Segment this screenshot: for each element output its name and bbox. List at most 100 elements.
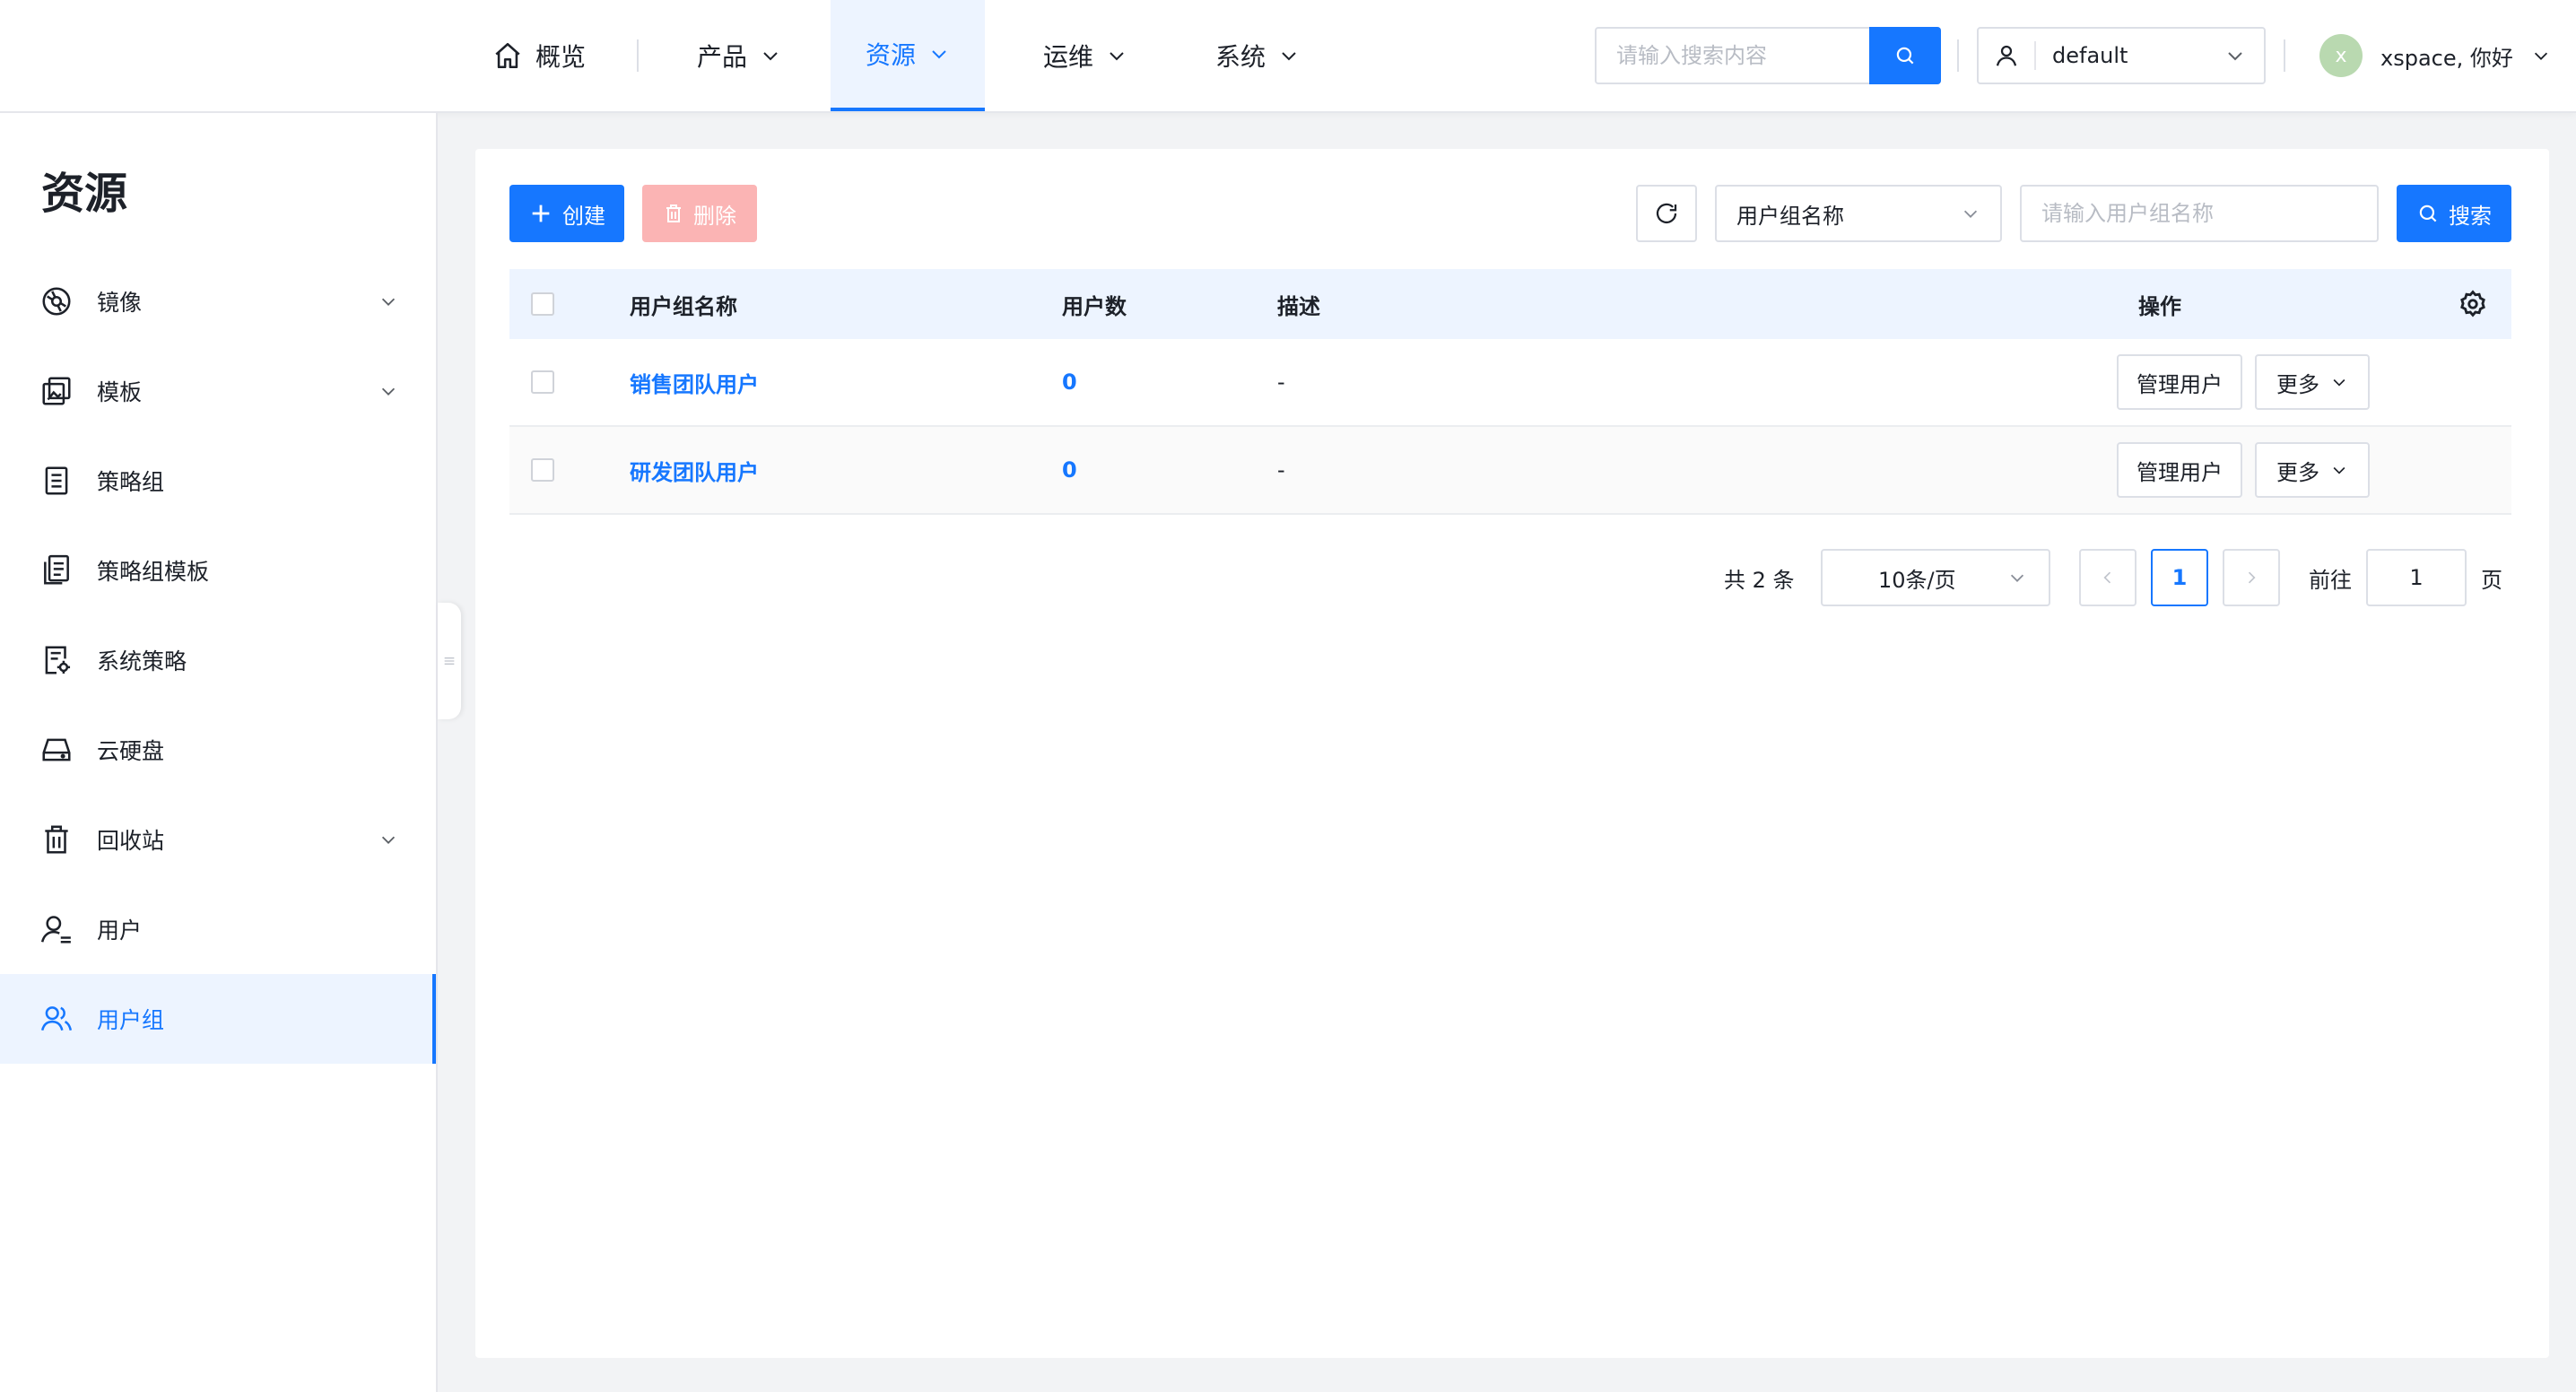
column-header-description: 描述 xyxy=(1277,293,1320,319)
chevron-down-icon xyxy=(1106,45,1127,66)
chevron-down-icon xyxy=(2531,46,2551,65)
column-header-name: 用户组名称 xyxy=(630,293,737,319)
user-count-link[interactable]: 0 xyxy=(1062,427,1077,513)
sidebar: 资源 镜像 模板 策略组 策略组模板 系统策略 云硬盘 回收站 用户 用户组 xyxy=(0,113,438,1392)
users-icon xyxy=(0,1002,97,1036)
manage-users-label: 管理用户 xyxy=(2137,371,2223,397)
trash-icon xyxy=(0,822,97,857)
chevron-left-icon xyxy=(2099,569,2117,587)
more-actions-button[interactable]: 更多 xyxy=(2255,442,2370,498)
row-checkbox[interactable] xyxy=(531,370,554,394)
chevron-down-icon xyxy=(379,291,436,311)
nav-ops-label: 运维 xyxy=(1042,42,1093,72)
manage-users-button[interactable]: 管理用户 xyxy=(2117,442,2242,498)
goto-page-input[interactable]: 1 xyxy=(2366,549,2467,606)
template-icon xyxy=(0,374,97,408)
sidebar-title: 资源 xyxy=(41,169,128,219)
search-button-label: 搜索 xyxy=(2449,203,2492,229)
sidebar-item-label: 策略组模板 xyxy=(97,559,210,585)
chevron-down-icon xyxy=(379,830,436,849)
manage-users-button[interactable]: 管理用户 xyxy=(2117,354,2242,410)
user-count-link[interactable]: 0 xyxy=(1062,339,1077,425)
sidebar-item-cloud-disks[interactable]: 云硬盘 xyxy=(0,705,436,795)
search-button[interactable]: 搜索 xyxy=(2397,185,2511,242)
sidebar-item-policy-groups[interactable]: 策略组 xyxy=(0,436,436,526)
row-actions: 管理用户 更多 xyxy=(2117,339,2370,425)
nav-resources[interactable]: 资源 xyxy=(831,0,985,111)
sidebar-item-label: 云硬盘 xyxy=(97,738,165,764)
documents-icon xyxy=(0,553,97,587)
user-icon xyxy=(0,912,97,946)
row-select-cell xyxy=(531,427,554,513)
nav-divider xyxy=(637,39,639,72)
nav-divider xyxy=(1957,39,1959,72)
sidebar-item-users[interactable]: 用户 xyxy=(0,884,436,974)
user-icon xyxy=(1979,41,2036,70)
sidebar-item-templates[interactable]: 模板 xyxy=(0,346,436,436)
prev-page-button[interactable] xyxy=(2079,549,2137,606)
sidebar-collapse-handle[interactable] xyxy=(438,603,461,719)
global-search xyxy=(1595,27,1941,84)
chevron-down-icon xyxy=(2224,45,2264,66)
delete-button-label: 删除 xyxy=(693,203,736,229)
refresh-button[interactable] xyxy=(1636,185,1697,242)
top-navbar: 概览 产品 资源 运维 系统 请输入搜索内容 default x xspace,… xyxy=(0,0,2576,113)
gear-icon xyxy=(2458,289,2488,319)
column-settings-button[interactable] xyxy=(2458,269,2488,339)
group-description: - xyxy=(1277,457,1285,483)
chevron-down-icon xyxy=(2007,568,2027,587)
sidebar-item-label: 回收站 xyxy=(97,828,165,854)
select-all-checkbox[interactable] xyxy=(531,292,554,316)
next-page-button[interactable] xyxy=(2223,549,2280,606)
content-card: 创建 删除 用户组名称 搜索 用户组名称 用户数 描述 xyxy=(475,149,2549,1358)
sidebar-item-label: 策略组 xyxy=(97,469,165,495)
sidebar-item-system-policies[interactable]: 系统策略 xyxy=(0,615,436,705)
sidebar-item-policy-group-templates[interactable]: 策略组模板 xyxy=(0,526,436,615)
filter-field-select[interactable]: 用户组名称 xyxy=(1715,185,2002,242)
home-icon xyxy=(492,40,523,71)
avatar: x xyxy=(2319,34,2363,77)
nav-system[interactable]: 系统 xyxy=(1195,0,1320,111)
table-row: 销售团队用户 0 - 管理用户 更多 xyxy=(509,339,2511,427)
document-icon xyxy=(0,464,97,498)
row-checkbox[interactable] xyxy=(531,458,554,482)
chevron-down-icon xyxy=(2330,373,2348,391)
more-actions-label: 更多 xyxy=(2276,459,2319,485)
user-group-table: 用户组名称 用户数 描述 操作 销售团队用户 0 - 管理用户 更多 研发团队用… xyxy=(509,269,2511,515)
nav-ops[interactable]: 运维 xyxy=(1023,0,1148,111)
page-size-select[interactable]: 10条/页 xyxy=(1821,549,2050,606)
plus-icon xyxy=(528,201,553,226)
nav-system-label: 系统 xyxy=(1214,42,1266,72)
global-search-input[interactable] xyxy=(1597,29,1871,83)
select-all-cell xyxy=(531,269,554,339)
nav-overview[interactable]: 概览 xyxy=(481,0,597,111)
global-search-button[interactable] xyxy=(1869,27,1941,84)
page-number-1[interactable]: 1 xyxy=(2151,549,2208,606)
row-select-cell xyxy=(531,339,554,425)
more-actions-button[interactable]: 更多 xyxy=(2255,354,2370,410)
create-button[interactable]: 创建 xyxy=(509,185,624,242)
sidebar-item-label: 用户 xyxy=(97,918,143,944)
sidebar-item-recycle-bin[interactable]: 回收站 xyxy=(0,795,436,884)
chevron-down-icon xyxy=(379,381,436,401)
goto-label: 前往 xyxy=(2309,567,2352,593)
group-name-link[interactable]: 销售团队用户 xyxy=(630,339,759,425)
user-menu[interactable]: x xspace, 你好 xyxy=(2319,34,2551,77)
nav-resources-label: 资源 xyxy=(865,40,916,70)
table-header: 用户组名称 用户数 描述 操作 xyxy=(509,269,2511,339)
sidebar-item-label: 用户组 xyxy=(97,1007,165,1033)
group-name-link[interactable]: 研发团队用户 xyxy=(630,427,759,513)
chevron-down-icon xyxy=(1278,45,1300,66)
sidebar-item-user-groups[interactable]: 用户组 xyxy=(0,974,436,1064)
delete-button[interactable]: 删除 xyxy=(642,185,757,242)
user-greeting: xspace, 你好 xyxy=(2380,45,2513,71)
filter-input[interactable] xyxy=(2020,185,2379,242)
nav-overview-label: 概览 xyxy=(535,42,586,72)
search-icon xyxy=(2416,202,2440,225)
sidebar-item-images[interactable]: 镜像 xyxy=(0,257,436,346)
chevron-down-icon xyxy=(928,43,950,65)
chevron-right-icon xyxy=(2242,569,2260,587)
nav-products[interactable]: 产品 xyxy=(676,0,802,111)
create-button-label: 创建 xyxy=(562,203,605,229)
workspace-select[interactable]: default xyxy=(1977,27,2266,84)
